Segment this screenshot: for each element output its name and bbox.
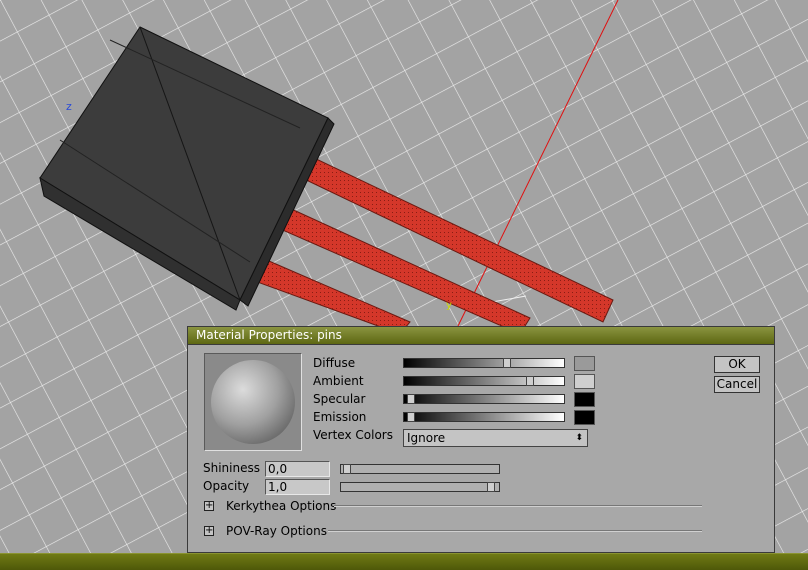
emission-slider[interactable] [403,412,565,422]
kerkythea-separator [334,505,702,507]
vertex-colors-value: Ignore [407,431,446,445]
updown-arrows-icon: ⬍ [575,433,583,443]
povray-separator [328,530,702,532]
ambient-swatch[interactable] [574,374,595,389]
diffuse-slider[interactable] [403,358,565,368]
vertex-colors-label: Vertex Colors [313,428,393,442]
opacity-field[interactable]: 1,0 [265,479,330,495]
diffuse-slider-thumb[interactable] [503,358,511,368]
shininess-slider-thumb[interactable] [343,464,351,474]
bottom-status-bar [0,553,808,570]
material-preview [204,353,302,451]
emission-swatch[interactable] [574,410,595,425]
ambient-label: Ambient [313,374,364,388]
cancel-button[interactable]: Cancel [714,376,760,393]
opacity-label: Opacity [203,479,250,493]
dialog-title[interactable]: Material Properties: pins [188,327,774,345]
material-properties-dialog: Material Properties: pins Diffuse Ambien… [187,326,775,553]
shininess-field[interactable]: 0,0 [265,461,330,477]
specular-label: Specular [313,392,366,406]
opacity-slider-thumb[interactable] [487,482,495,492]
z-axis-label: z [66,100,72,113]
diffuse-swatch[interactable] [574,356,595,371]
ambient-slider-thumb[interactable] [526,376,534,386]
shininess-slider[interactable] [340,464,500,474]
kerkythea-options-header[interactable]: Kerkythea Options [226,499,336,513]
emission-label: Emission [313,410,367,424]
emission-slider-thumb[interactable] [407,412,415,422]
expand-kerkythea-icon[interactable]: + [204,501,214,511]
y-axis-label: y [446,300,452,311]
specular-slider[interactable] [403,394,565,404]
shininess-label: Shininess [203,461,260,475]
ok-button[interactable]: OK [714,356,760,373]
vertex-colors-select[interactable]: Ignore ⬍ [403,429,588,447]
specular-slider-thumb[interactable] [407,394,415,404]
diffuse-label: Diffuse [313,356,356,370]
specular-swatch[interactable] [574,392,595,407]
povray-options-header[interactable]: POV-Ray Options [226,524,327,538]
ambient-slider[interactable] [403,376,565,386]
expand-povray-icon[interactable]: + [204,526,214,536]
opacity-slider[interactable] [340,482,500,492]
preview-sphere-icon [211,360,295,444]
